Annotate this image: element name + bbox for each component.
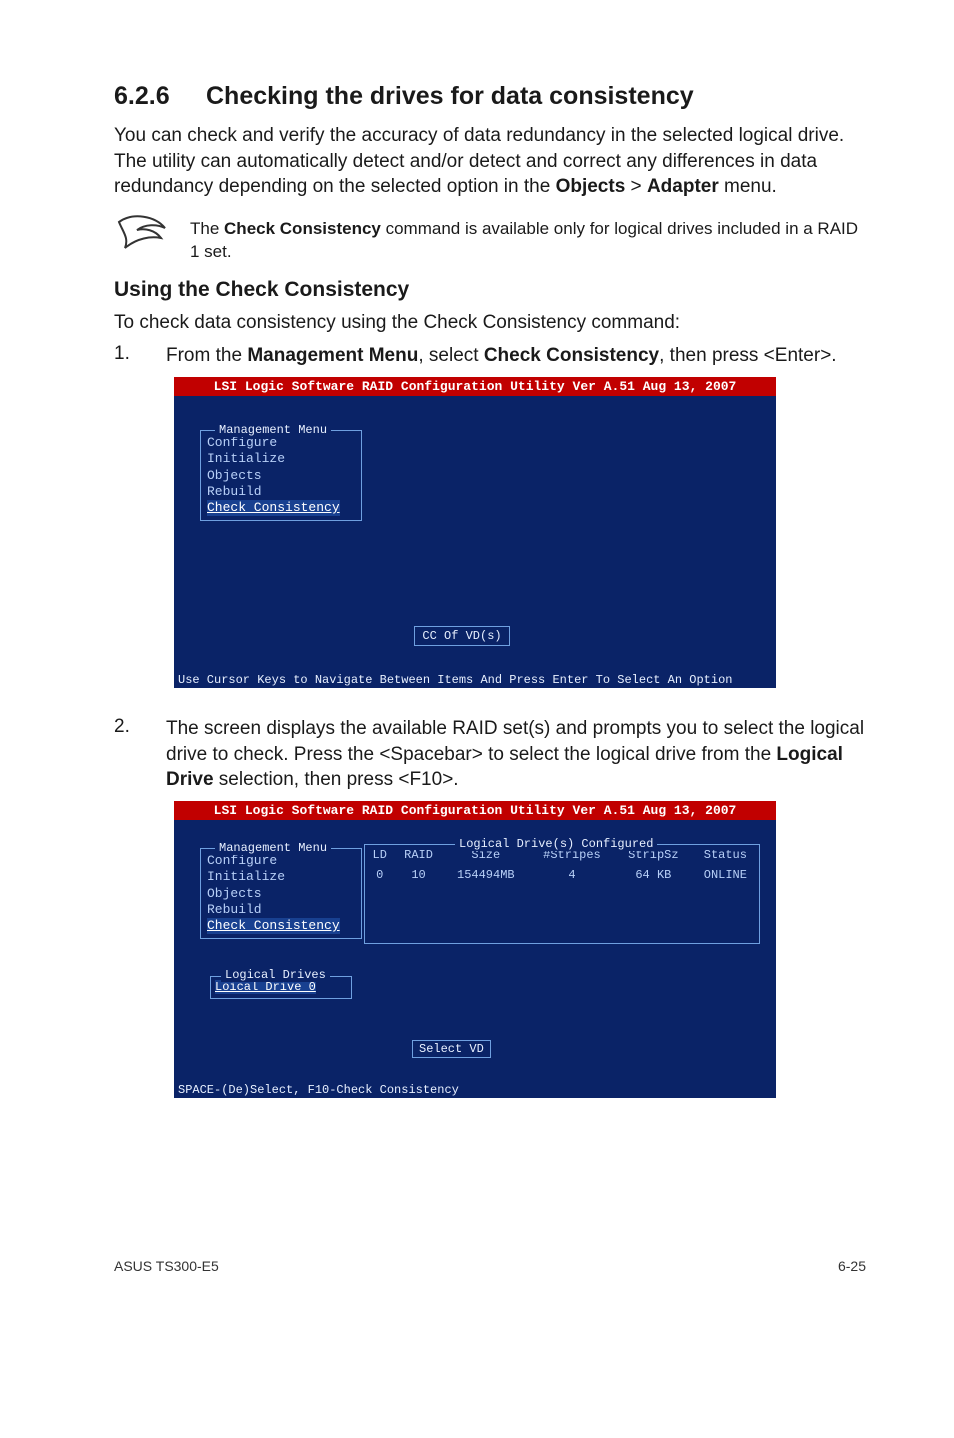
- menu2-rebuild[interactable]: Rebuild: [207, 902, 355, 918]
- cell-ld: 0: [365, 865, 394, 885]
- s1-b2: Check Consistency: [484, 345, 659, 366]
- menu-item-initialize[interactable]: Initialize: [207, 451, 355, 467]
- note-bold: Check Consistency: [224, 219, 381, 238]
- select-vd-box[interactable]: Select VD: [412, 1040, 491, 1058]
- step-2-number: 2.: [114, 716, 134, 793]
- note-block: The Check Consistency command is availab…: [114, 214, 866, 264]
- step-2: 2. The screen displays the available RAI…: [114, 716, 866, 793]
- cell-raid: 10: [394, 865, 442, 885]
- s2-post: selection, then press <F10>.: [214, 769, 459, 790]
- col-ld: LD: [365, 845, 394, 865]
- management-menu-title: Management Menu: [215, 423, 331, 437]
- menu2-check-consistency[interactable]: Check Consistency: [207, 918, 340, 934]
- table-row[interactable]: 0 10 154494MB 4 64 KB ONLINE: [365, 865, 759, 885]
- step-1: 1. From the Management Menu, select Chec…: [114, 343, 866, 369]
- footer-right: 6-25: [838, 1258, 866, 1274]
- panel-title: Logical Drive(s) Configured: [455, 837, 657, 851]
- logical-drives-panel: Logical Drive(s) Configured LD RAID Size…: [364, 844, 760, 944]
- bios-titlebar: LSI Logic Software RAID Configuration Ut…: [174, 377, 776, 396]
- bios-titlebar-2: LSI Logic Software RAID Configuration Ut…: [174, 801, 776, 820]
- logical-drives-table: LD RAID Size #Stripes StripSz Status 0 1…: [365, 845, 759, 885]
- menu-item-objects[interactable]: Objects: [207, 468, 355, 484]
- bios-screenshot-2: LSI Logic Software RAID Configuration Ut…: [174, 801, 776, 1098]
- footer-left: ASUS TS300-E5: [114, 1258, 219, 1274]
- bios-screen-2: Management Menu Configure Initialize Obj…: [174, 820, 776, 1082]
- intro-sep: >: [625, 176, 647, 197]
- note-pre: The: [190, 219, 224, 238]
- logical-drives-title: Logical Drives: [221, 968, 330, 982]
- cell-size: 154494MB: [443, 865, 529, 885]
- management-menu-box: Management Menu Configure Initialize Obj…: [200, 430, 362, 521]
- logical-drives-box: Logical Drives Loical Drive 0: [210, 976, 352, 999]
- intro-paragraph: You can check and verify the accuracy of…: [114, 123, 866, 200]
- page-footer: ASUS TS300-E5 6-25: [114, 1258, 866, 1274]
- management-menu-box-2: Management Menu Configure Initialize Obj…: [200, 848, 362, 939]
- bios-hint-2: SPACE-(De)Select, F10-Check Consistency: [174, 1082, 776, 1098]
- note-icon: [114, 214, 170, 254]
- menu-item-rebuild[interactable]: Rebuild: [207, 484, 355, 500]
- step-1-number: 1.: [114, 343, 134, 369]
- step-2-text: The screen displays the available RAID s…: [166, 716, 866, 793]
- cell-stripsz: 64 KB: [615, 865, 692, 885]
- s1-pre: From the: [166, 345, 247, 366]
- cell-status: ONLINE: [692, 865, 759, 885]
- note-text: The Check Consistency command is availab…: [190, 214, 866, 264]
- s2-pre: The screen displays the available RAID s…: [166, 718, 864, 765]
- intro-adapter: Adapter: [647, 176, 719, 197]
- menu2-configure[interactable]: Configure: [207, 853, 355, 869]
- s1-b1: Management Menu: [247, 345, 418, 366]
- bios-hint-1: Use Cursor Keys to Navigate Between Item…: [174, 672, 776, 688]
- s1-post: , then press <Enter>.: [659, 345, 836, 366]
- step-1-text: From the Management Menu, select Check C…: [166, 343, 866, 369]
- intro-objects: Objects: [556, 176, 626, 197]
- menu-item-check-consistency[interactable]: Check Consistency: [207, 500, 340, 516]
- col-status: Status: [692, 845, 759, 865]
- bios-screen-1: Management Menu Configure Initialize Obj…: [174, 396, 776, 672]
- section-title: Checking the drives for data consistency: [206, 82, 694, 110]
- section-heading: 6.2.6Checking the drives for data consis…: [114, 82, 866, 111]
- page-content: 6.2.6Checking the drives for data consis…: [0, 0, 954, 1314]
- cc-of-vd-box[interactable]: CC Of VD(s): [414, 626, 510, 646]
- subsection-heading: Using the Check Consistency: [114, 278, 866, 302]
- section-number: 6.2.6: [114, 82, 206, 111]
- logical-drive-0[interactable]: Loical Drive 0: [215, 980, 316, 994]
- cell-stripes: 4: [529, 865, 615, 885]
- intro-after: menu.: [719, 176, 777, 197]
- col-raid: RAID: [394, 845, 442, 865]
- s1-mid: , select: [418, 345, 483, 366]
- management-menu-title-2: Management Menu: [215, 841, 331, 855]
- menu2-initialize[interactable]: Initialize: [207, 869, 355, 885]
- bios-screenshot-1: LSI Logic Software RAID Configuration Ut…: [174, 377, 776, 688]
- menu-item-configure[interactable]: Configure: [207, 435, 355, 451]
- menu2-objects[interactable]: Objects: [207, 886, 355, 902]
- subsection-lead: To check data consistency using the Chec…: [114, 310, 866, 336]
